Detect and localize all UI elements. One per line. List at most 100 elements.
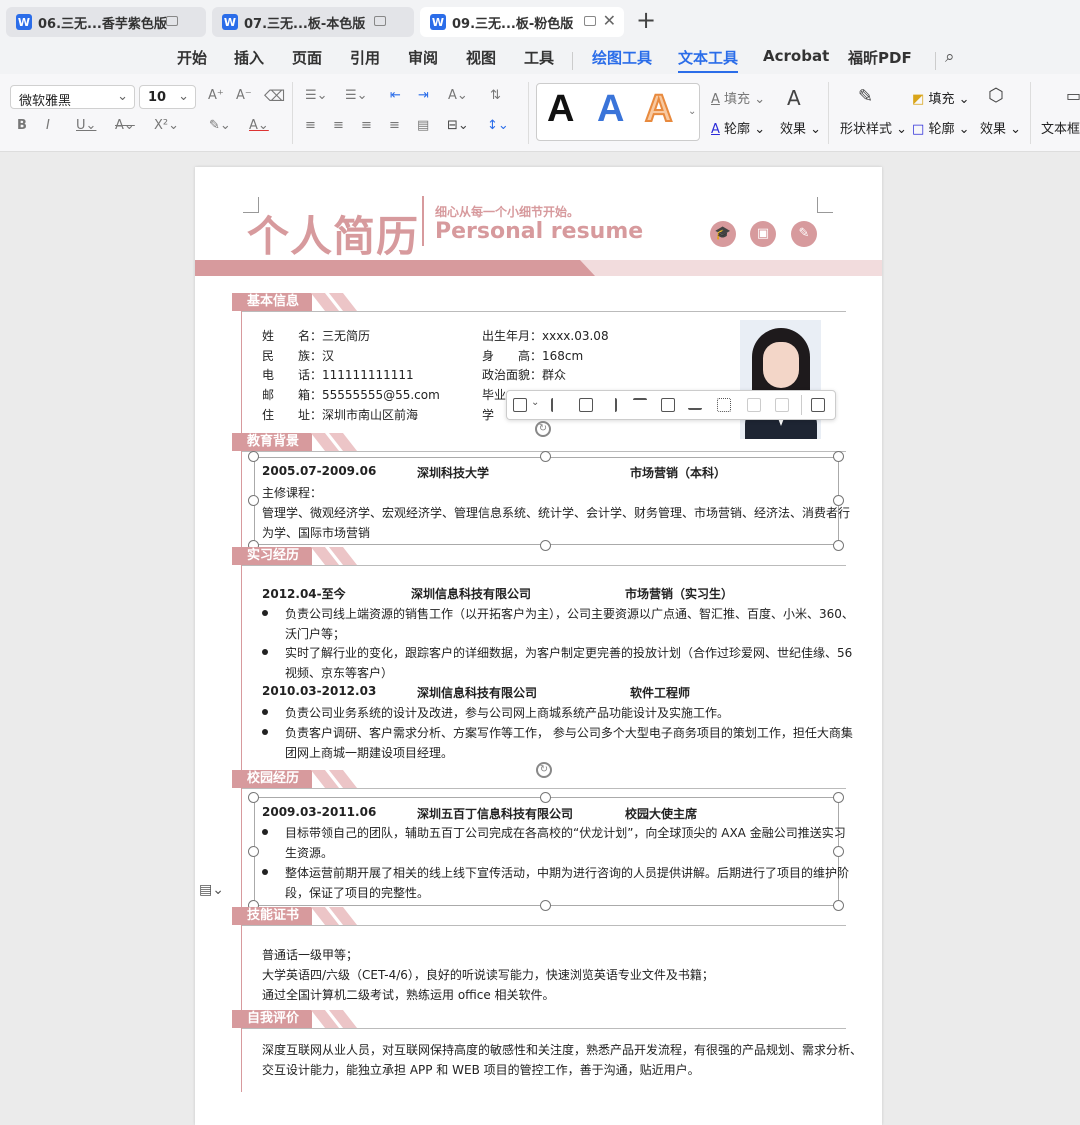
basic-degree: 学 bbox=[482, 408, 495, 422]
text-style-orange[interactable]: A bbox=[644, 87, 673, 131]
align-center-icon[interactable] bbox=[579, 398, 593, 412]
title-divider bbox=[422, 196, 424, 246]
basic-ethnicity: 民 族：汉 bbox=[262, 349, 335, 363]
menu-foxit-pdf[interactable]: 福昕PDF bbox=[848, 47, 912, 68]
resize-handle[interactable] bbox=[833, 451, 844, 462]
shape-fill-button[interactable]: ◩ 填充 ⌄ bbox=[912, 88, 969, 107]
shape-style-button[interactable]: 形状样式 ⌄ bbox=[840, 118, 907, 137]
campus-date: 2009.03-2011.06 bbox=[262, 805, 377, 819]
align-middle-icon[interactable] bbox=[661, 398, 675, 412]
resize-handle[interactable] bbox=[833, 846, 844, 857]
text-box-button[interactable]: 文本框 bbox=[1041, 118, 1080, 137]
close-icon[interactable]: ✕ bbox=[603, 11, 616, 30]
numbered-list-icon[interactable]: ☰⌄ bbox=[345, 88, 368, 103]
highlight-icon[interactable]: ✎⌄ bbox=[209, 118, 231, 133]
menu-divider bbox=[572, 52, 573, 70]
cube-effect-icon[interactable]: ⬡ bbox=[988, 85, 1004, 106]
resize-handle[interactable] bbox=[833, 540, 844, 551]
job-bullet-line: 负责客户调研、客户需求分析、方案写作等工作， 参与公司多个大型电子商务项目的策划… bbox=[285, 726, 853, 740]
outdent-icon[interactable]: ⇤ bbox=[390, 88, 401, 103]
strikethrough-icon[interactable]: A⌄ bbox=[115, 118, 135, 133]
menu-tools[interactable]: 工具 bbox=[524, 47, 554, 68]
profile-photo[interactable] bbox=[740, 320, 821, 439]
align-right-icon[interactable] bbox=[605, 398, 617, 412]
resize-handle[interactable] bbox=[540, 900, 551, 911]
text-direction-icon[interactable]: A⌄ bbox=[448, 88, 468, 103]
menu-review[interactable]: 审阅 bbox=[408, 47, 438, 68]
new-tab-plus-icon[interactable]: + bbox=[636, 6, 656, 34]
section-header-skills: 技能证书 bbox=[232, 907, 358, 925]
align-bottom-icon[interactable] bbox=[688, 398, 702, 410]
font-name-select[interactable]: 微软雅黑 ⌄ bbox=[10, 85, 135, 109]
job-role: 软件工程师 bbox=[630, 686, 691, 700]
shape-effect-button[interactable]: 效果 ⌄ bbox=[980, 118, 1021, 137]
menu-view[interactable]: 视图 bbox=[466, 47, 496, 68]
text-box-icon[interactable]: ▭ bbox=[1066, 86, 1080, 105]
font-color-icon[interactable]: A⌄ bbox=[249, 118, 269, 133]
menu-acrobat[interactable]: Acrobat bbox=[763, 47, 829, 65]
rotate-handle-icon[interactable]: ↻ bbox=[536, 762, 552, 778]
chevron-down-icon[interactable]: ⌄ bbox=[531, 397, 539, 408]
line-spacing-icon[interactable]: ↕⌄ bbox=[487, 118, 509, 133]
resize-handle[interactable] bbox=[248, 451, 259, 462]
text-fill-button[interactable]: A 填充 ⌄ bbox=[711, 88, 765, 107]
align-center-icon[interactable]: ≡ bbox=[333, 118, 344, 133]
sort-icon[interactable]: ⇅ bbox=[490, 88, 501, 103]
text-style-blue[interactable]: A bbox=[597, 88, 624, 131]
job-role: 市场营销（实习生） bbox=[625, 587, 734, 601]
screen-icon[interactable] bbox=[374, 16, 386, 26]
menu-start[interactable]: 开始 bbox=[177, 47, 207, 68]
align-left-icon[interactable] bbox=[551, 398, 563, 412]
resize-handle[interactable] bbox=[248, 495, 259, 506]
text-style-black[interactable]: A bbox=[547, 88, 574, 131]
text-outline-button[interactable]: A 轮廓 ⌄ bbox=[711, 118, 765, 137]
search-icon[interactable]: ⌕ bbox=[945, 47, 955, 67]
wrap-text-icon[interactable] bbox=[513, 398, 527, 412]
rotate-handle-icon[interactable]: ↻ bbox=[535, 421, 551, 437]
document-tab[interactable]: W 07.三无...板-本色版 bbox=[212, 7, 414, 37]
resize-handle[interactable] bbox=[540, 540, 551, 551]
align-left-icon[interactable]: ≡ bbox=[305, 118, 316, 133]
resize-handle[interactable] bbox=[540, 792, 551, 803]
group-icon[interactable] bbox=[811, 398, 825, 412]
document-tab-active[interactable]: W 09.三无...板-粉色版 ✕ bbox=[420, 7, 624, 37]
bullet-list-icon[interactable]: ☰⌄ bbox=[305, 88, 328, 103]
resize-handle[interactable] bbox=[833, 900, 844, 911]
layout-options-icon[interactable]: ▤⌄ bbox=[199, 882, 224, 898]
clear-format-icon[interactable]: ⌫ bbox=[264, 87, 285, 105]
resize-handle[interactable] bbox=[248, 846, 259, 857]
justify-icon[interactable]: ≡ bbox=[389, 118, 400, 133]
text-style-gallery[interactable]: A A A ⌄ bbox=[536, 83, 700, 141]
distribute-icon[interactable]: ▤ bbox=[417, 118, 429, 133]
screen-icon[interactable] bbox=[584, 16, 596, 26]
decrease-font-icon[interactable]: A⁻ bbox=[236, 88, 252, 103]
bold-icon[interactable]: B bbox=[17, 118, 27, 133]
resize-handle[interactable] bbox=[540, 451, 551, 462]
superscript-icon[interactable]: X²⌄ bbox=[154, 118, 179, 133]
gallery-more-icon[interactable]: ⌄ bbox=[688, 106, 696, 117]
menu-drawing-tools[interactable]: 绘图工具 bbox=[592, 47, 652, 68]
shape-style-icon[interactable]: ✎ bbox=[858, 86, 873, 107]
menu-insert[interactable]: 插入 bbox=[234, 47, 264, 68]
menu-reference[interactable]: 引用 bbox=[350, 47, 380, 68]
distribute-grid-icon[interactable] bbox=[717, 398, 731, 412]
columns-icon[interactable]: ⊟⌄ bbox=[447, 118, 469, 133]
italic-icon[interactable]: I bbox=[46, 118, 50, 133]
underline-icon[interactable]: U⌄ bbox=[76, 118, 96, 133]
menu-text-tools[interactable]: 文本工具 bbox=[678, 47, 739, 73]
resize-handle[interactable] bbox=[833, 792, 844, 803]
increase-font-icon[interactable]: A⁺ bbox=[208, 88, 224, 103]
text-effect-icon[interactable]: A bbox=[787, 86, 801, 110]
screen-icon[interactable] bbox=[166, 16, 178, 26]
document-tab[interactable]: W 06.三无...香芋紫色版 bbox=[6, 7, 206, 37]
align-top-icon[interactable] bbox=[633, 398, 647, 410]
font-size-select[interactable]: 10 ⌄ bbox=[139, 85, 196, 109]
menu-page[interactable]: 页面 bbox=[292, 47, 322, 68]
resize-handle[interactable] bbox=[248, 792, 259, 803]
shape-outline-button[interactable]: □ 轮廓 ⌄ bbox=[912, 118, 969, 137]
text-effect-button[interactable]: 效果 ⌄ bbox=[780, 118, 821, 137]
align-right-icon[interactable]: ≡ bbox=[361, 118, 372, 133]
bullet-dot bbox=[262, 649, 268, 655]
indent-icon[interactable]: ⇥ bbox=[418, 88, 429, 103]
text-fill-icon: A bbox=[711, 92, 720, 107]
